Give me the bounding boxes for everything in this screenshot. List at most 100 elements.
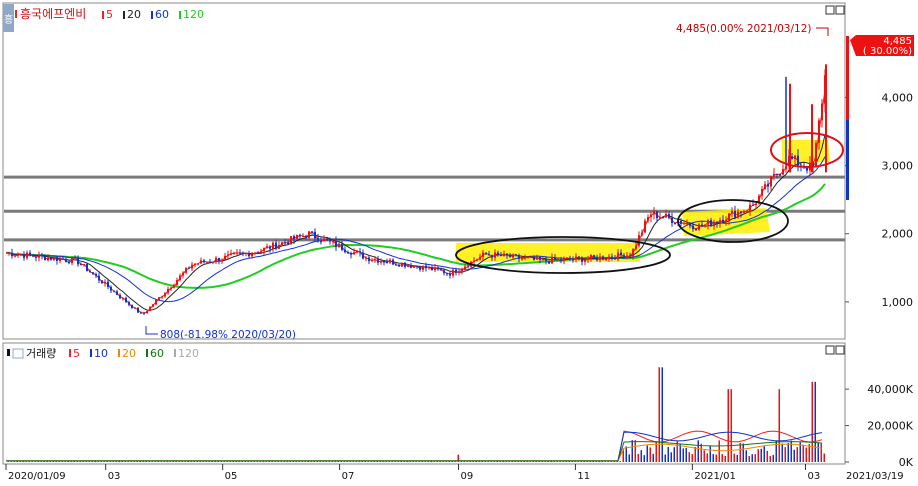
x-tick-label: 11 bbox=[577, 471, 590, 482]
volume-bar bbox=[103, 461, 105, 462]
volume-bar bbox=[625, 446, 627, 462]
candle-body bbox=[131, 304, 133, 309]
x-tick-label: 05 bbox=[225, 471, 238, 482]
candle-body bbox=[656, 211, 658, 219]
candle-body bbox=[116, 291, 118, 295]
candle-body bbox=[431, 267, 433, 271]
candle-body bbox=[500, 254, 502, 257]
candle-body bbox=[428, 267, 430, 269]
candle-body bbox=[557, 259, 559, 261]
candle-body bbox=[728, 213, 730, 221]
candle-body bbox=[314, 231, 316, 239]
candle-body bbox=[341, 243, 343, 250]
candle-body bbox=[257, 252, 259, 254]
candle-body bbox=[482, 252, 484, 257]
candle-body bbox=[512, 254, 514, 258]
vol-legend-swatch-120 bbox=[174, 349, 176, 357]
volume-bar bbox=[517, 461, 519, 462]
volume-bar bbox=[754, 454, 756, 462]
candle-body bbox=[422, 265, 424, 270]
candle-body bbox=[239, 252, 241, 254]
candle-body bbox=[167, 288, 169, 294]
candle-body bbox=[554, 257, 556, 260]
candle-body bbox=[20, 254, 22, 256]
candle-body bbox=[644, 220, 646, 233]
candle-body bbox=[695, 229, 697, 231]
candle-body bbox=[47, 257, 49, 261]
candle-body bbox=[596, 256, 598, 261]
x-tick-label: 07 bbox=[342, 471, 355, 482]
candle-body bbox=[278, 245, 280, 249]
minimize-button[interactable] bbox=[825, 5, 835, 15]
volume-bar bbox=[760, 448, 762, 462]
volume-bar bbox=[778, 389, 780, 462]
candle-body bbox=[62, 258, 64, 260]
volume-bar bbox=[643, 455, 645, 462]
volume-bar bbox=[820, 443, 822, 462]
volume-bar bbox=[493, 461, 495, 462]
candle-body bbox=[455, 269, 457, 273]
volume-bar bbox=[568, 461, 570, 462]
volume-bar bbox=[808, 444, 810, 462]
volume-bar bbox=[715, 454, 717, 462]
candle-body bbox=[704, 224, 706, 227]
candle-body bbox=[713, 222, 715, 227]
candle-body bbox=[452, 269, 454, 276]
candle-body bbox=[683, 223, 685, 225]
vol-legend-swatch-5 bbox=[69, 349, 71, 357]
candle-body bbox=[623, 255, 625, 259]
volume-bar bbox=[415, 461, 417, 462]
candle-body bbox=[605, 259, 607, 261]
candle-body bbox=[488, 254, 490, 256]
candle-body bbox=[680, 221, 682, 224]
volume-bar bbox=[601, 461, 603, 462]
volume-bar bbox=[664, 454, 666, 462]
vol-legend-label-120: 120 bbox=[178, 347, 199, 360]
volume-bar bbox=[109, 461, 111, 462]
volume-bar bbox=[499, 461, 501, 462]
candle-body bbox=[50, 257, 52, 260]
candle-body bbox=[533, 256, 535, 260]
volume-bar bbox=[460, 461, 462, 462]
volume-close-button[interactable] bbox=[835, 345, 845, 355]
candle-body bbox=[587, 258, 589, 260]
volume-bar bbox=[802, 444, 804, 462]
vol-legend-swatch-10 bbox=[90, 349, 92, 357]
price-panel[interactable] bbox=[2, 2, 846, 340]
x-tick-label: 2021/01 bbox=[694, 471, 736, 482]
candle-body bbox=[251, 253, 253, 257]
candle-body bbox=[572, 259, 574, 261]
volume-bar bbox=[220, 461, 222, 462]
candle-body bbox=[377, 259, 379, 263]
volume-tick-label: 20,000K bbox=[867, 420, 913, 433]
candle-body bbox=[80, 264, 82, 266]
volume-bar bbox=[193, 461, 195, 462]
candle-body bbox=[755, 203, 757, 205]
volume-bar bbox=[238, 461, 240, 462]
end-date-label: 2021/03/19 bbox=[846, 471, 904, 482]
candle-body bbox=[233, 252, 235, 254]
volume-bar bbox=[244, 461, 246, 462]
candle-body bbox=[23, 254, 25, 258]
candle-body bbox=[317, 238, 319, 242]
candle-body bbox=[578, 256, 580, 258]
x-tick-label: 2020/01/09 bbox=[8, 471, 66, 482]
candle-body bbox=[425, 265, 427, 269]
volume-minimize-button[interactable] bbox=[825, 345, 835, 355]
candle-body bbox=[176, 280, 178, 286]
chart-canvas[interactable]: 흥 흥국에프엔비 5 20 60 120 4,000 3,000 2,000 1,000 4… bbox=[0, 0, 918, 482]
price-range-bar-up bbox=[846, 36, 849, 120]
volume-bar bbox=[733, 453, 735, 462]
close-button[interactable] bbox=[835, 5, 845, 15]
candle-body bbox=[344, 249, 346, 253]
candle-body bbox=[305, 236, 307, 238]
candle-body bbox=[362, 252, 364, 259]
candle-body bbox=[146, 311, 148, 314]
volume-bar bbox=[775, 440, 777, 462]
candle-body bbox=[149, 306, 151, 312]
volume-bar bbox=[235, 461, 237, 462]
candle-body bbox=[113, 290, 115, 292]
candle-body bbox=[248, 253, 250, 257]
price-range-bar-down bbox=[846, 120, 849, 200]
candle-body bbox=[566, 257, 568, 259]
